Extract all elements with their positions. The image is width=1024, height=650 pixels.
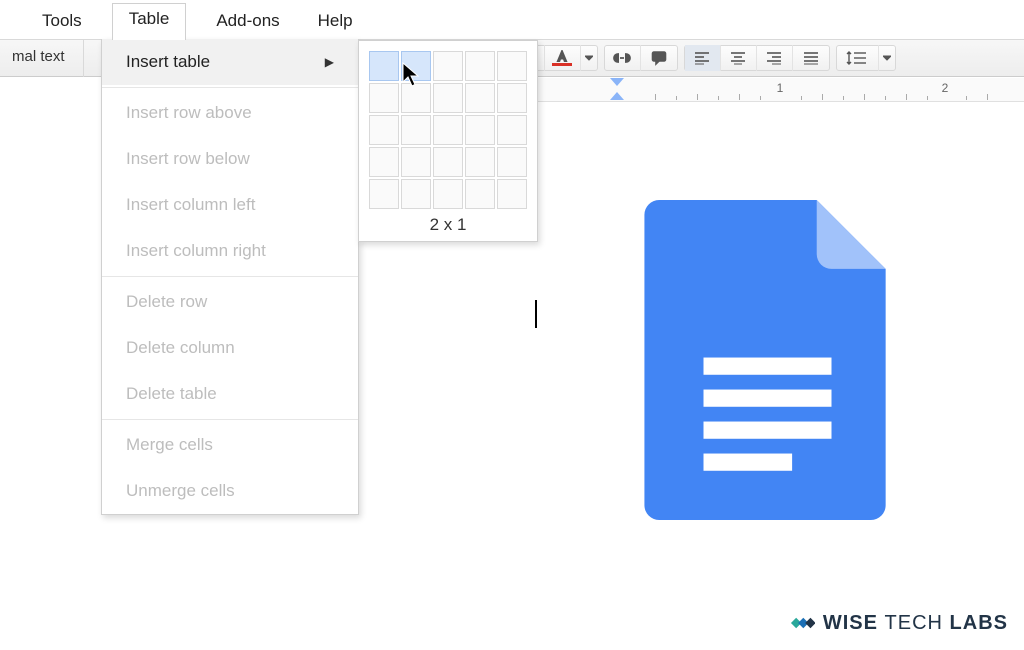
grid-cell[interactable]: [497, 147, 527, 177]
table-grid[interactable]: [367, 51, 529, 209]
align-justify-button[interactable]: [793, 45, 829, 71]
add-comment-button[interactable]: [641, 45, 677, 71]
grid-cell[interactable]: [433, 179, 463, 209]
menu-delete-table: Delete table: [102, 371, 358, 417]
paragraph-style-dropdown[interactable]: mal text: [0, 39, 84, 77]
menubar: Tools Table Add-ons Help: [0, 4, 395, 38]
menu-separator: [102, 276, 358, 277]
grid-cell[interactable]: [401, 179, 431, 209]
grid-cell[interactable]: [497, 51, 527, 81]
grid-cell[interactable]: [465, 179, 495, 209]
menu-merge-cells: Merge cells: [102, 422, 358, 468]
menu-addons[interactable]: Add-ons: [208, 5, 287, 37]
menu-insert-row-below: Insert row below: [102, 136, 358, 182]
text-color-button[interactable]: [545, 45, 581, 71]
watermark-logo-icon: [789, 610, 815, 636]
grid-cell[interactable]: [465, 147, 495, 177]
grid-cell[interactable]: [465, 115, 495, 145]
menu-insert-col-right: Insert column right: [102, 228, 358, 274]
grid-cell[interactable]: [369, 51, 399, 81]
link-group: [604, 45, 678, 71]
grid-cell[interactable]: [465, 83, 495, 113]
menu-separator: [102, 419, 358, 420]
grid-cell[interactable]: [465, 51, 495, 81]
grid-cell[interactable]: [497, 83, 527, 113]
align-center-button[interactable]: [721, 45, 757, 71]
text-color-dropdown-icon[interactable]: [581, 45, 597, 71]
left-indent-marker[interactable]: [610, 92, 624, 100]
menu-insert-row-above: Insert row above: [102, 90, 358, 136]
insert-link-button[interactable]: [605, 45, 641, 71]
menu-insert-table[interactable]: Insert table ▶: [102, 39, 358, 85]
ruler-mark-1: 1: [777, 81, 784, 95]
menu-insert-col-left: Insert column left: [102, 182, 358, 228]
table-menu-dropdown: Insert table ▶ Insert row above Insert r…: [101, 39, 359, 515]
table-size-picker: 2 x 1: [358, 40, 538, 242]
menu-separator: [102, 87, 358, 88]
watermark: WISE TECH LABS: [789, 610, 1008, 636]
grid-cell[interactable]: [369, 83, 399, 113]
text-cursor: [535, 300, 537, 328]
menu-unmerge-cells: Unmerge cells: [102, 468, 358, 514]
grid-cell[interactable]: [369, 179, 399, 209]
menu-insert-table-label: Insert table: [126, 52, 210, 72]
grid-cell[interactable]: [497, 115, 527, 145]
grid-cell[interactable]: [369, 147, 399, 177]
ruler-mark-2: 2: [942, 81, 949, 95]
grid-cell[interactable]: [433, 115, 463, 145]
grid-cell[interactable]: [497, 179, 527, 209]
grid-cell[interactable]: [401, 147, 431, 177]
grid-cell[interactable]: [433, 83, 463, 113]
first-line-indent-marker[interactable]: [610, 78, 624, 86]
menu-help[interactable]: Help: [310, 5, 361, 37]
align-right-button[interactable]: [757, 45, 793, 71]
align-group: [684, 45, 830, 71]
line-spacing-dropdown-icon[interactable]: [879, 45, 895, 71]
align-left-button[interactable]: [685, 45, 721, 71]
grid-cell[interactable]: [433, 147, 463, 177]
grid-cell[interactable]: [369, 115, 399, 145]
mouse-cursor-icon: [402, 62, 422, 93]
table-size-label: 2 x 1: [367, 215, 529, 235]
grid-cell[interactable]: [433, 51, 463, 81]
menu-delete-column: Delete column: [102, 325, 358, 371]
menu-table[interactable]: Table: [112, 3, 187, 40]
menu-tools[interactable]: Tools: [34, 5, 90, 37]
google-docs-icon: [640, 200, 895, 520]
line-spacing-button[interactable]: [837, 45, 879, 71]
watermark-text: WISE TECH LABS: [823, 612, 1008, 635]
grid-cell[interactable]: [401, 115, 431, 145]
line-spacing-group: [836, 45, 896, 71]
menu-delete-row: Delete row: [102, 279, 358, 325]
submenu-arrow-icon: ▶: [325, 55, 334, 69]
